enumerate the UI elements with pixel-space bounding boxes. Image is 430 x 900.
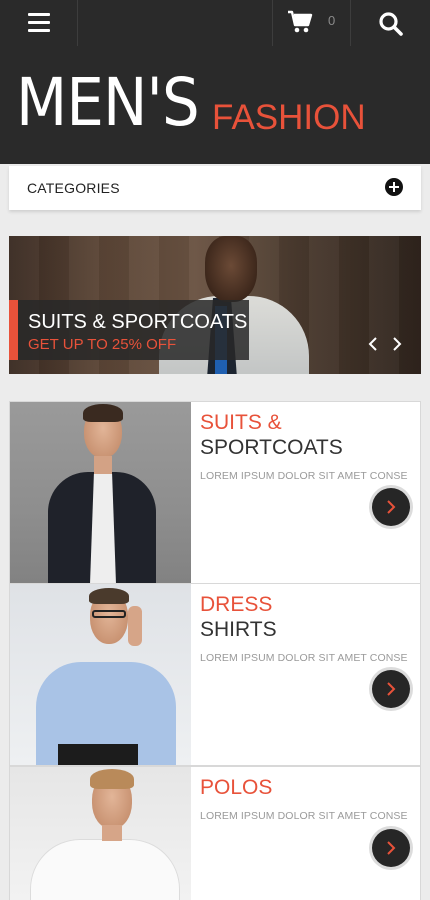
product-card[interactable]: POLOS LOREM IPSUM DOLOR SIT AMET CONSE [9,766,421,900]
product-card[interactable]: SUITS & SPORTCOATS LOREM IPSUM DOLOR SIT… [9,401,421,584]
chevron-right-icon[interactable] [391,336,403,352]
banner-model-head [205,236,257,302]
search-icon [379,12,403,36]
product-card[interactable]: DRESS SHIRTS LOREM IPSUM DOLOR SIT AMET … [9,583,421,766]
product-title-accent: POLOS [200,776,273,799]
promo-banner[interactable]: SUITS & SPORTCOATS GET UP TO 25% OFF [9,236,421,374]
hero-title-sub: FASHION [212,98,366,137]
banner-caption: SUITS & SPORTCOATS GET UP TO 25% OFF [9,300,249,360]
chevron-left-icon[interactable] [367,336,379,352]
banner-title: SUITS & SPORTCOATS [28,311,248,333]
chevron-right-icon [387,841,396,855]
product-arrow-button[interactable] [372,670,410,708]
hero-header: MEN'S FASHION [0,46,430,164]
site-logo[interactable]: MEN'S [16,70,219,136]
categories-label: CATEGORIES [27,180,120,196]
cart-button[interactable]: 0 [273,0,351,46]
product-image[interactable] [10,584,191,765]
product-image[interactable] [10,767,191,900]
hero-title-main: MEN'S [16,64,200,141]
search-button[interactable] [351,0,430,46]
product-title-accent: DRESS [200,593,273,616]
plus-circle-icon[interactable] [385,178,403,196]
product-description: LOREM IPSUM DOLOR SIT AMET CONSE [200,470,408,482]
cart-icon [288,10,313,33]
menu-button[interactable] [0,0,78,46]
product-description: LOREM IPSUM DOLOR SIT AMET CONSE [200,810,408,822]
banner-subtitle: GET UP TO 25% OFF [28,336,177,353]
product-description: LOREM IPSUM DOLOR SIT AMET CONSE [200,652,408,664]
hamburger-menu-icon [28,13,50,32]
categories-dropdown[interactable]: CATEGORIES [9,166,421,210]
chevron-right-icon [387,500,396,514]
cart-count: 0 [328,13,336,28]
product-title: SPORTCOATS [200,436,343,459]
product-title-accent: SUITS & [200,411,282,434]
top-bar: 0 [0,0,430,46]
product-arrow-button[interactable] [372,829,410,867]
product-image[interactable] [10,402,191,583]
top-bar-spacer [78,0,273,46]
product-title: SHIRTS [200,618,277,641]
chevron-right-icon [387,682,396,696]
product-arrow-button[interactable] [372,488,410,526]
